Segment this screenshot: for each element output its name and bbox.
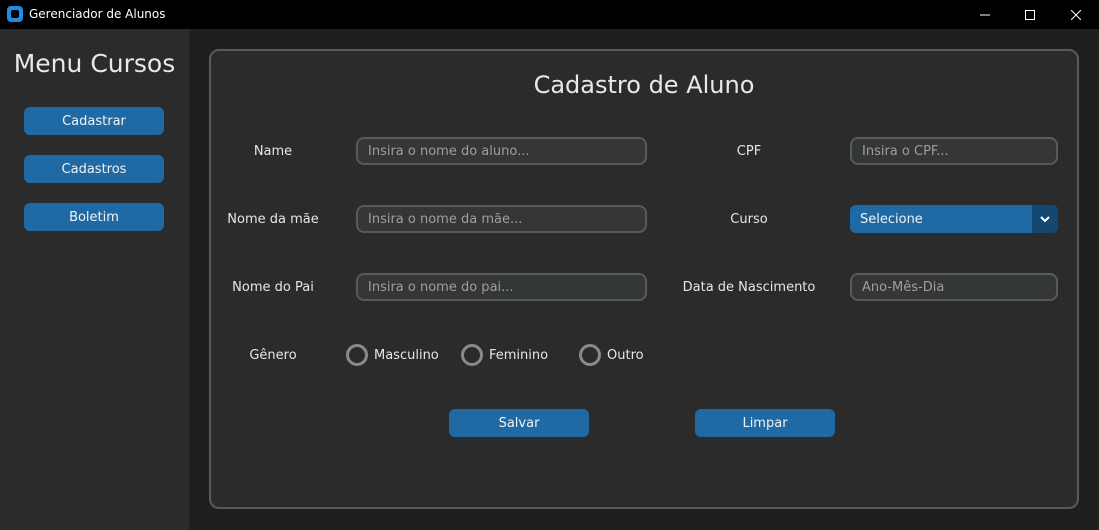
- gender-radio-outro[interactable]: Outro: [579, 344, 644, 366]
- father-name-label: Nome do Pai: [232, 280, 314, 295]
- radio-circle-icon: [346, 344, 368, 366]
- course-label: Curso: [730, 212, 768, 227]
- cadastrar-button[interactable]: Cadastrar: [24, 107, 164, 135]
- app-icon: [7, 6, 23, 22]
- page-title: Cadastro de Aluno: [533, 71, 755, 99]
- cadastros-button[interactable]: Cadastros: [24, 155, 164, 183]
- birthdate-input[interactable]: Ano-Mês-Dia: [850, 273, 1058, 301]
- close-button[interactable]: [1053, 0, 1099, 29]
- mother-name-label: Nome da mãe: [227, 212, 319, 227]
- birthdate-label: Data de Nascimento: [682, 280, 816, 295]
- father-name-input[interactable]: Insira o nome do pai...: [356, 273, 647, 301]
- close-icon: [1071, 9, 1081, 20]
- radio-label-masculino: Masculino: [374, 347, 439, 363]
- cpf-label: CPF: [736, 144, 762, 159]
- minimize-button[interactable]: [962, 0, 1008, 29]
- save-button[interactable]: Salvar: [449, 409, 589, 437]
- sidebar-title: Menu Cursos: [13, 49, 176, 78]
- name-label: Name: [253, 144, 293, 159]
- clear-button[interactable]: Limpar: [695, 409, 835, 437]
- sidebar: Menu Cursos Cadastrar Cadastros Boletim: [0, 29, 189, 530]
- radio-circle-icon: [461, 344, 483, 366]
- gender-radio-masculino[interactable]: Masculino: [346, 344, 439, 366]
- chevron-down-icon[interactable]: [1032, 205, 1058, 233]
- radio-circle-icon: [579, 344, 601, 366]
- gender-radio-feminino[interactable]: Feminino: [461, 344, 548, 366]
- gender-label: Gênero: [249, 348, 297, 363]
- boletim-button[interactable]: Boletim: [24, 203, 164, 231]
- form-panel: Cadastro de Aluno Name Insira o nome do …: [209, 49, 1079, 509]
- maximize-icon: [1025, 9, 1035, 20]
- window-title: Gerenciador de Alunos: [29, 7, 166, 21]
- course-select-value: Selecione: [860, 211, 923, 227]
- minimize-icon: [980, 14, 990, 15]
- mother-name-input[interactable]: Insira o nome da mãe...: [356, 205, 647, 233]
- radio-label-feminino: Feminino: [489, 347, 549, 363]
- cpf-input[interactable]: Insira o CPF...: [850, 137, 1058, 165]
- title-bar: Gerenciador de Alunos: [0, 0, 1099, 29]
- course-select[interactable]: Selecione: [850, 205, 1058, 233]
- radio-label-outro: Outro: [607, 347, 644, 363]
- name-input[interactable]: Insira o nome do aluno...: [356, 137, 647, 165]
- maximize-button[interactable]: [1007, 0, 1053, 29]
